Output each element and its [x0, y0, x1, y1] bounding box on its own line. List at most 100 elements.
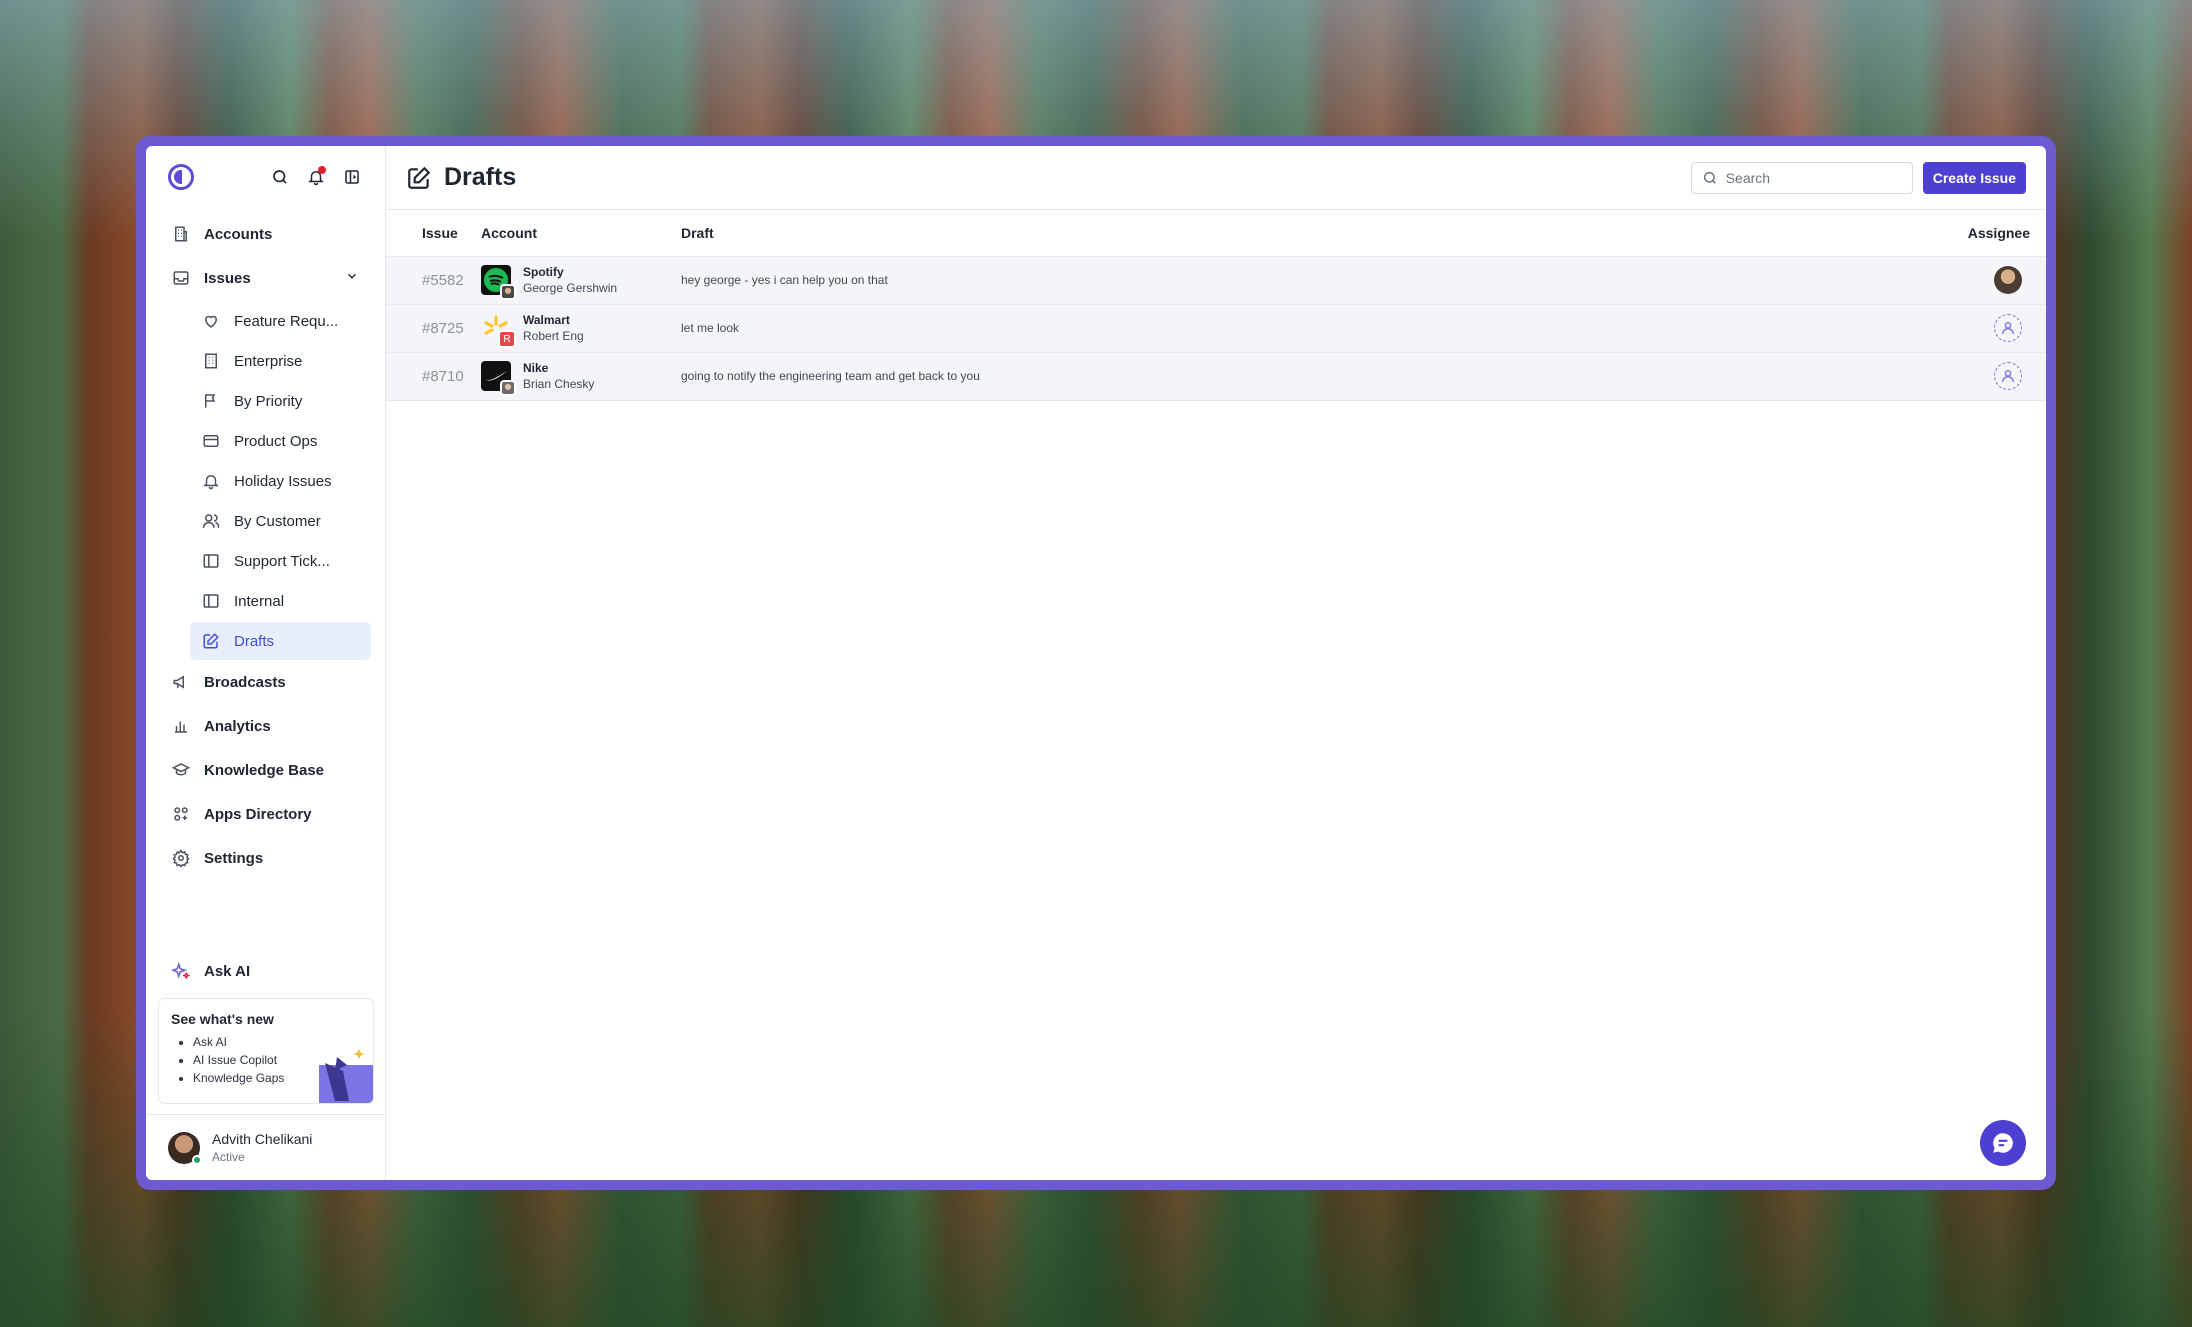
contact-name: Brian Chesky — [523, 377, 595, 391]
bell-icon — [202, 472, 220, 490]
column-header-assignee[interactable]: Assignee — [1762, 210, 2046, 257]
sidebar-item-label: Drafts — [234, 632, 275, 650]
user-status: Active — [212, 1150, 245, 1164]
table-row[interactable]: #8710 Nike Brian Chesky going to notify … — [386, 352, 2046, 401]
account-name: Walmart — [523, 313, 570, 327]
table-row[interactable]: #8725 R Walmart Robert Eng let me look — [386, 304, 2046, 353]
sidebar-item-label: Support Tick... — [234, 552, 330, 570]
issue-number[interactable]: #8725 — [386, 304, 481, 353]
sidebar-item-settings[interactable]: Settings — [160, 838, 371, 878]
sidebar-item-support-tickets[interactable]: Support Tick... — [190, 542, 371, 580]
chat-bubble-icon — [1993, 1133, 2013, 1153]
assignee-cell[interactable] — [1762, 352, 2046, 401]
issue-number[interactable]: #5582 — [386, 256, 481, 305]
sidebar-item-holiday-issues[interactable]: Holiday Issues — [190, 462, 371, 500]
gift-illustration-icon — [319, 1049, 373, 1103]
walmart-logo-icon: R — [481, 313, 516, 348]
ask-ai-button[interactable]: Ask AI — [160, 951, 262, 991]
sidebar-toggle-icon[interactable] — [341, 166, 363, 188]
building-icon — [202, 352, 220, 370]
issues-subnav: Feature Requ... Enterprise By Priority P… — [160, 302, 371, 660]
issue-number[interactable]: #8710 — [386, 352, 481, 401]
sidebar-item-apps-directory[interactable]: Apps Directory — [160, 794, 371, 834]
sidebar-item-feature-requests[interactable]: Feature Requ... — [190, 302, 371, 340]
page-header: Drafts Search Create Issue — [386, 146, 2046, 210]
page-title: Drafts — [444, 163, 517, 191]
sidebar-item-label: By Priority — [234, 392, 303, 410]
account-cell[interactable]: R Walmart Robert Eng — [481, 313, 681, 348]
search-input[interactable]: Search — [1690, 161, 1913, 194]
building-icon — [172, 225, 190, 243]
account-cell[interactable]: Spotify George Gershwin — [481, 265, 681, 300]
sidebar-item-internal[interactable]: Internal — [190, 582, 371, 620]
columns-icon — [202, 552, 220, 570]
contact-avatar — [500, 284, 516, 300]
graduation-cap-icon — [172, 761, 190, 779]
account-name: Spotify — [523, 265, 564, 279]
column-header-account[interactable]: Account — [481, 210, 681, 257]
draft-text[interactable]: let me look — [681, 304, 1763, 353]
gear-icon — [172, 849, 190, 867]
draft-icon — [406, 165, 432, 191]
table-row[interactable]: #5582 Spotify George Gershwin hey george… — [386, 256, 2046, 305]
sidebar-nav: Accounts Issues Feature Requ... Enterpri… — [146, 208, 385, 888]
card-icon — [202, 432, 220, 450]
search-icon — [1703, 171, 1716, 184]
sidebar-top — [146, 146, 385, 208]
chevron-down-icon[interactable] — [345, 269, 359, 287]
spotify-logo-icon — [481, 265, 516, 300]
user-profile[interactable]: Advith Chelikani Active — [146, 1114, 386, 1180]
inbox-icon — [172, 269, 190, 287]
sidebar-item-accounts[interactable]: Accounts — [160, 214, 371, 254]
sidebar-item-knowledge-base[interactable]: Knowledge Base — [160, 750, 371, 790]
sidebar-item-label: Feature Requ... — [234, 312, 339, 330]
draft-icon — [202, 632, 220, 650]
sidebar-item-broadcasts[interactable]: Broadcasts — [160, 662, 371, 702]
users-icon — [202, 512, 220, 530]
sidebar-item-drafts[interactable]: Drafts — [190, 622, 371, 660]
contact-name: Robert Eng — [523, 329, 584, 343]
megaphone-icon — [172, 673, 190, 691]
sidebar-item-label: Internal — [234, 592, 285, 610]
create-issue-button[interactable]: Create Issue — [1922, 161, 2026, 194]
sidebar-item-label: Settings — [204, 849, 264, 867]
sidebar-item-label: Analytics — [204, 717, 271, 735]
whats-new-title: See what's new — [171, 1011, 274, 1027]
sidebar-item-issues[interactable]: Issues — [160, 258, 371, 298]
notification-dot — [318, 166, 326, 174]
main-content: Drafts Search Create Issue Issue Account… — [386, 146, 2046, 1180]
sidebar-item-by-priority[interactable]: By Priority — [190, 382, 371, 420]
sidebar-item-by-customer[interactable]: By Customer — [190, 502, 371, 540]
notifications-bell-icon[interactable] — [305, 166, 327, 188]
app-logo-icon[interactable] — [168, 164, 194, 190]
unassigned-user-icon[interactable] — [1994, 362, 2022, 390]
assignee-cell[interactable] — [1762, 256, 2046, 305]
table-header-row: Issue Account Draft Assignee — [386, 210, 2046, 257]
sidebar-item-enterprise[interactable]: Enterprise — [190, 342, 371, 380]
account-name: Nike — [523, 361, 549, 375]
assignee-cell[interactable] — [1762, 304, 2046, 353]
app-window: Accounts Issues Feature Requ... Enterpri… — [136, 136, 2056, 1190]
search-placeholder: Search — [1725, 169, 1771, 186]
sidebar-item-label: Issues — [204, 269, 251, 287]
sidebar: Accounts Issues Feature Requ... Enterpri… — [146, 146, 386, 1180]
contact-name: George Gershwin — [523, 281, 618, 295]
sidebar-item-label: Product Ops — [234, 432, 318, 450]
search-icon[interactable] — [269, 166, 291, 188]
unassigned-user-icon[interactable] — [1994, 314, 2022, 342]
contact-avatar — [500, 380, 516, 396]
column-header-draft[interactable]: Draft — [681, 210, 1763, 257]
chat-support-button[interactable] — [1980, 1120, 2026, 1166]
flag-icon — [202, 392, 220, 410]
account-cell[interactable]: Nike Brian Chesky — [481, 361, 681, 396]
sidebar-item-label: Accounts — [204, 225, 273, 243]
avatar — [168, 1131, 202, 1165]
sidebar-item-analytics[interactable]: Analytics — [160, 706, 371, 746]
sidebar-item-product-ops[interactable]: Product Ops — [190, 422, 371, 460]
column-header-issue[interactable]: Issue — [386, 210, 481, 257]
apps-icon — [172, 805, 190, 823]
sidebar-item-label: Holiday Issues — [234, 472, 332, 490]
whats-new-card[interactable]: See what's new Ask AI AI Issue Copilot K… — [158, 998, 374, 1104]
draft-text[interactable]: hey george - yes i can help you on that — [681, 256, 1763, 305]
draft-text[interactable]: going to notify the engineering team and… — [681, 352, 1763, 401]
